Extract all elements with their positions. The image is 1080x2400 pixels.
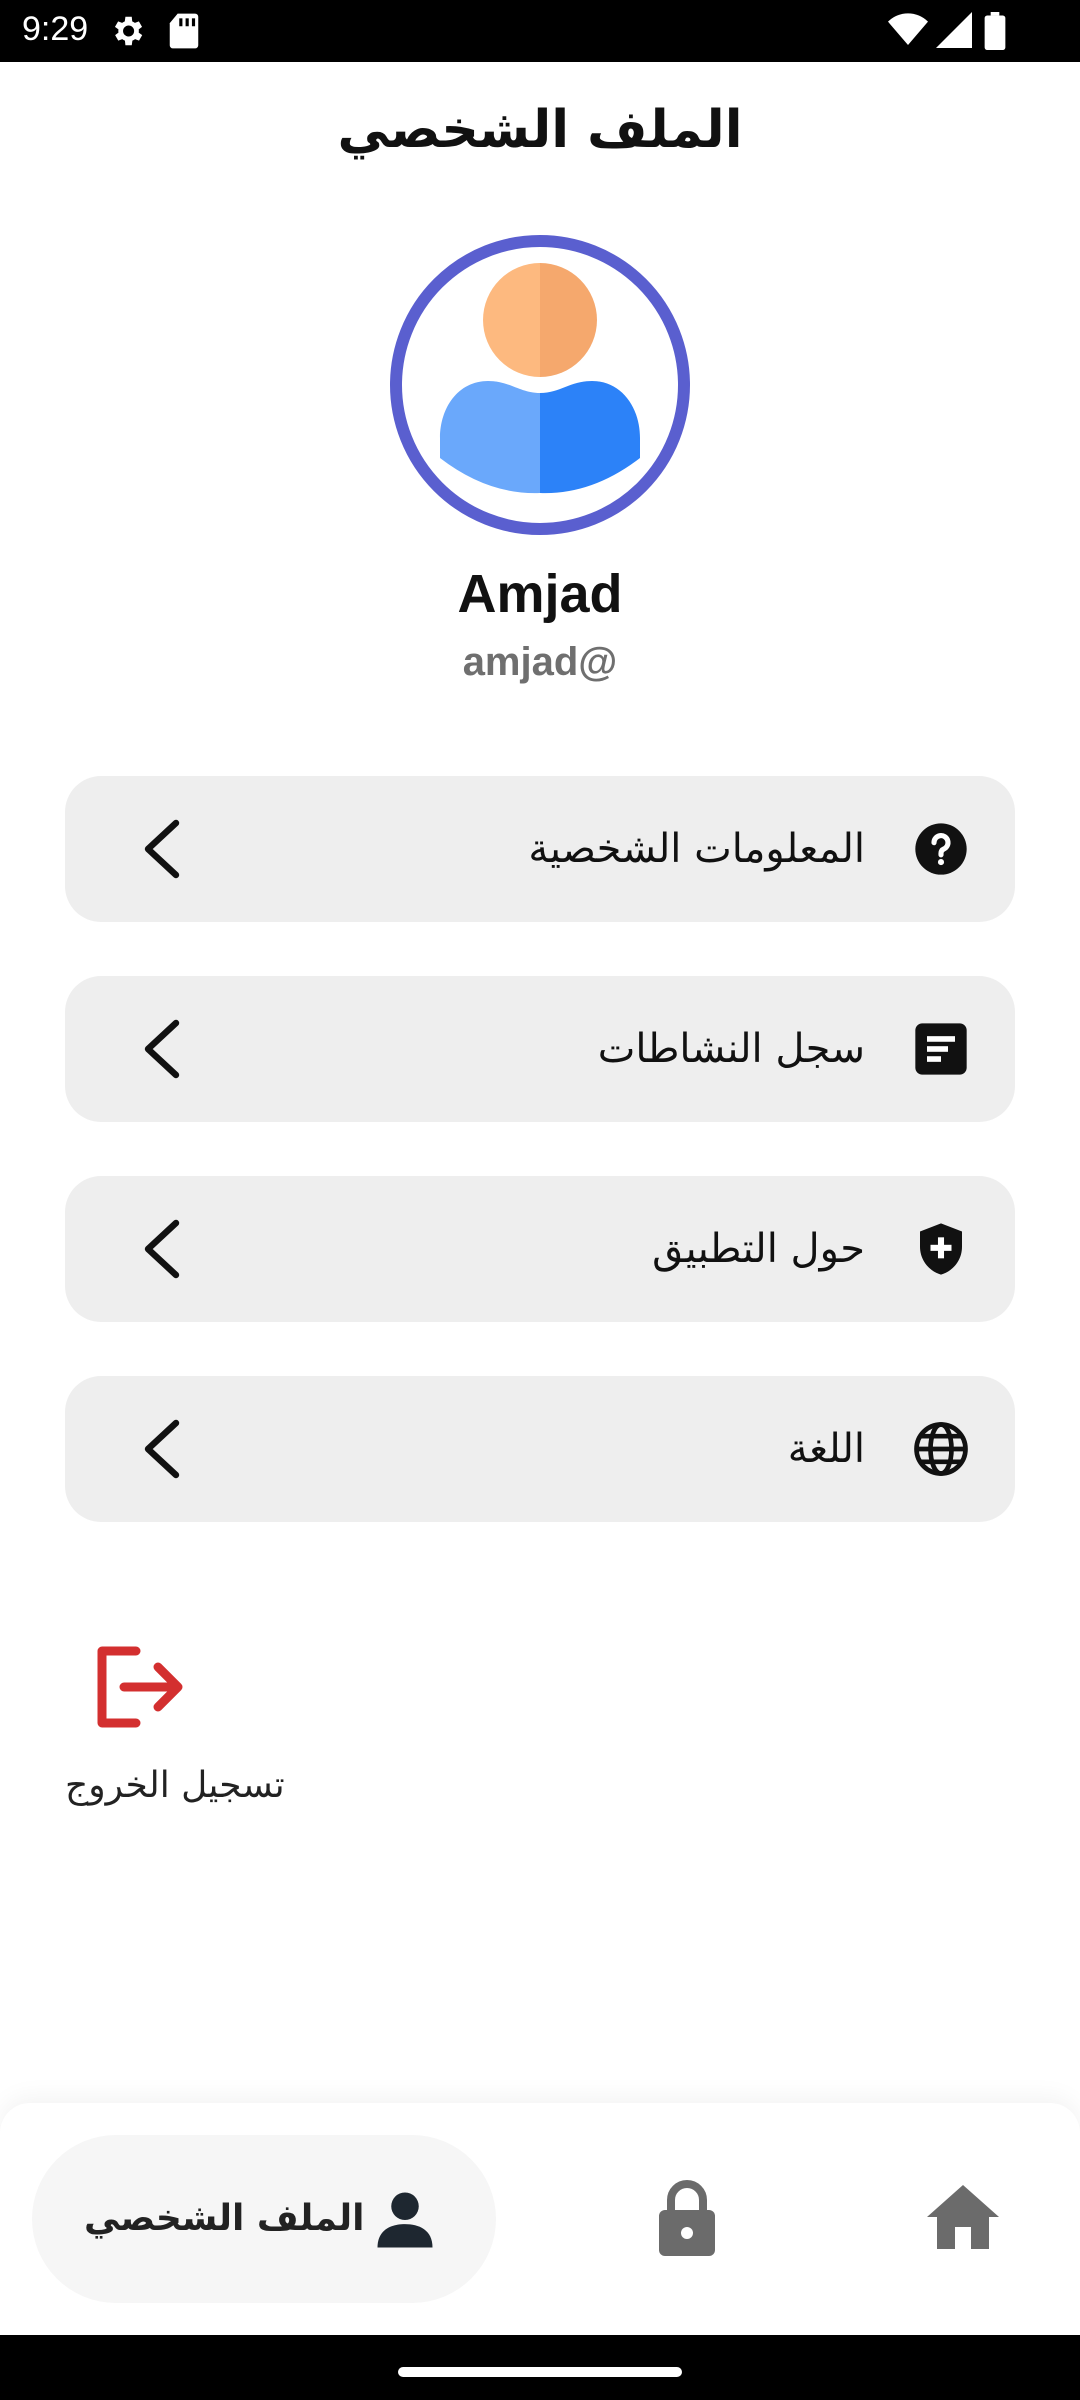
sd-card-icon: [169, 13, 199, 49]
chevron-left-icon: [144, 1019, 180, 1079]
menu-item-personal-info[interactable]: المعلومات الشخصية: [65, 776, 1015, 922]
nav-item-label: الملف الشخصي: [84, 2198, 365, 2239]
home-icon[interactable]: [925, 2183, 1001, 2251]
status-time: 9:29: [22, 10, 89, 48]
logout-icon[interactable]: [92, 1645, 188, 1729]
menu-item-activity-log[interactable]: سجل النشاطات: [65, 976, 1015, 1122]
wifi-icon: [888, 13, 928, 45]
menu-item-language[interactable]: اللغة: [65, 1376, 1015, 1522]
shield-plus-icon: [920, 1223, 962, 1275]
chevron-left-icon: [144, 1419, 180, 1479]
menu-item-label: حول التطبيق: [652, 1226, 865, 1272]
chevron-left-icon: [144, 819, 180, 879]
profile-name: Amjad: [457, 564, 623, 624]
menu-item-about-app[interactable]: حول التطبيق: [65, 1176, 1015, 1322]
bottom-navigation: الملف الشخصي: [0, 2103, 1080, 2335]
home-gesture-handle[interactable]: [398, 2367, 682, 2377]
status-bar: 9:29: [0, 0, 1080, 62]
settings-icon: [114, 16, 143, 46]
menu-item-label: اللغة: [787, 1426, 865, 1472]
menu-item-label: المعلومات الشخصية: [528, 826, 865, 872]
chevron-left-icon: [144, 1219, 180, 1279]
activity-log-icon: [915, 1023, 967, 1075]
page-title: الملف الشخصي: [337, 100, 743, 160]
help-circle-icon: [915, 823, 967, 875]
profile-handle: amjad@: [462, 640, 618, 684]
nav-item-profile[interactable]: الملف الشخصي: [32, 2135, 496, 2303]
signal-icon: [936, 12, 972, 48]
avatar[interactable]: [388, 233, 692, 537]
logout-button[interactable]: تسجيل الخروج: [65, 1765, 285, 1806]
battery-icon: [984, 12, 1006, 50]
lock-icon[interactable]: [655, 2178, 719, 2258]
system-gesture-bar: [0, 2335, 1080, 2400]
globe-icon: [914, 1422, 968, 1476]
profile-icon: [377, 2192, 433, 2248]
menu-item-label: سجل النشاطات: [597, 1026, 865, 1072]
